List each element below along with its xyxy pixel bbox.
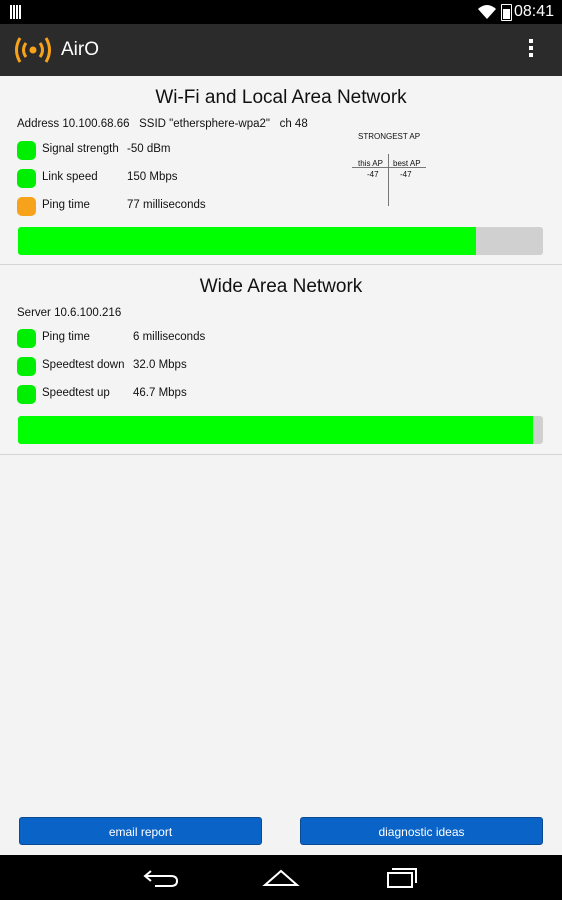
lan-row-signal-strength: Signal strength -50 dBm: [17, 141, 317, 161]
row-value: 46.7 Mbps: [133, 387, 187, 399]
row-value: -50 dBm: [127, 143, 171, 155]
wan-title: Wide Area Network: [199, 276, 363, 297]
row-label: Ping time: [42, 199, 90, 211]
this-ap-label: this AP: [358, 159, 383, 168]
wan-score-fill: [18, 416, 534, 444]
overflow-menu-icon[interactable]: [520, 39, 542, 63]
status-indicator: [17, 141, 36, 160]
wan-row-speedtest-up: Speedtest up 46.7 Mbps: [17, 385, 317, 405]
navigation-bar: [0, 855, 562, 900]
best-ap-value: -47: [400, 170, 412, 179]
strongest-ap-panel: STRONGEST AP this AP best AP -47 -47: [344, 130, 434, 210]
lan-score-fill: [18, 227, 477, 255]
this-ap-value: -47: [367, 170, 379, 179]
wan-row-ping-time: Ping time 6 milliseconds: [17, 329, 317, 349]
lan-section: Wi-Fi and Local Area Network Address 10.…: [0, 76, 562, 264]
lan-title: Wi-Fi and Local Area Network: [155, 87, 407, 108]
lan-score-bar: [18, 227, 543, 255]
row-label: Ping time: [42, 331, 90, 343]
row-label: Speedtest down: [42, 359, 125, 371]
status-indicator: [17, 169, 36, 188]
wan-row-speedtest-down: Speedtest down 32.0 Mbps: [17, 357, 317, 377]
status-indicator: [17, 357, 36, 376]
email-report-button[interactable]: email report: [19, 817, 262, 845]
row-value: 6 milliseconds: [133, 331, 206, 343]
status-indicator: [17, 329, 36, 348]
wifi-icon: [478, 5, 496, 19]
clock: 08:41: [513, 3, 554, 20]
app-title: AirO: [61, 39, 99, 60]
battery-icon: [501, 4, 512, 21]
app-bar: AirO: [0, 24, 562, 76]
status-indicator: [17, 197, 36, 216]
lan-row-ping-time: Ping time 77 milliseconds: [17, 197, 317, 217]
row-label: Signal strength: [42, 143, 119, 155]
best-ap-label: best AP: [393, 159, 421, 168]
status-indicator: [17, 385, 36, 404]
row-value: 77 milliseconds: [127, 199, 206, 211]
wan-score-bar: [18, 416, 543, 444]
notification-icon: [10, 5, 21, 19]
home-icon[interactable]: [261, 865, 301, 889]
wan-server-line: Server 10.6.100.216: [17, 307, 122, 319]
lan-row-link-speed: Link speed 150 Mbps: [17, 169, 317, 189]
lan-address-line: Address 10.100.68.66 SSID "ethersphere-w…: [17, 118, 308, 130]
airo-logo-icon: [15, 37, 51, 63]
section-divider: [0, 454, 562, 455]
diagnostic-ideas-button[interactable]: diagnostic ideas: [300, 817, 543, 845]
strongest-ap-title: STRONGEST AP: [358, 132, 421, 141]
ap-divider-vertical: [388, 154, 389, 206]
wan-section: Wide Area Network Server 10.6.100.216 Pi…: [0, 265, 562, 454]
row-label: Link speed: [42, 171, 98, 183]
row-value: 150 Mbps: [127, 171, 178, 183]
recent-apps-icon[interactable]: [382, 865, 422, 889]
row-value: 32.0 Mbps: [133, 359, 187, 371]
status-bar: 08:41: [0, 0, 562, 24]
back-icon[interactable]: [141, 865, 181, 889]
row-label: Speedtest up: [42, 387, 110, 399]
